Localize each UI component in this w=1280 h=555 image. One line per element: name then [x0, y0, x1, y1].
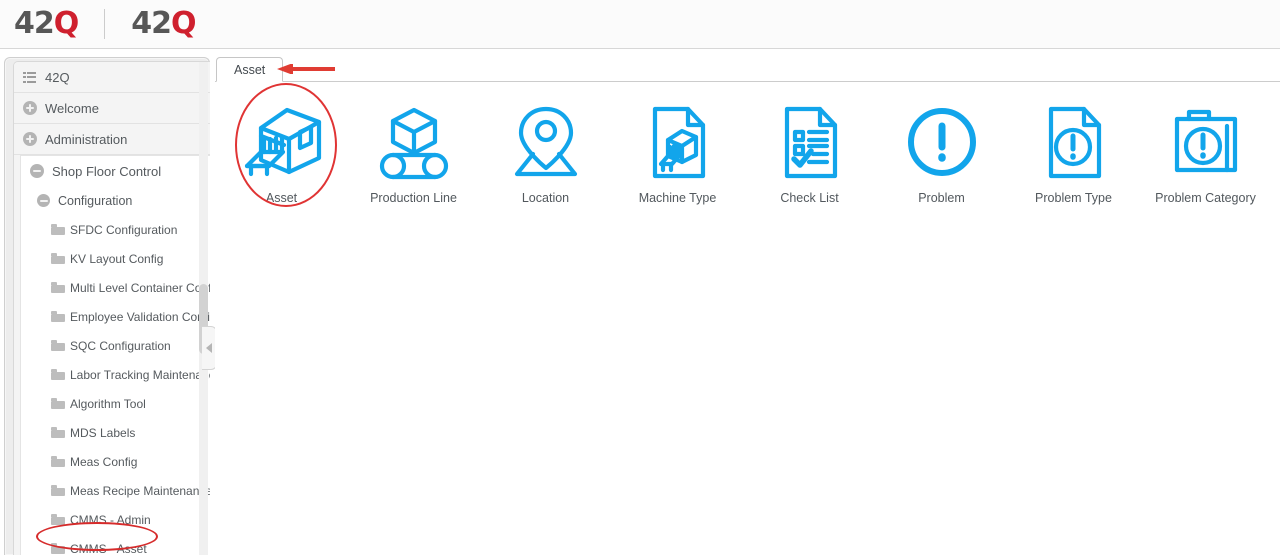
tile-asset[interactable]: Asset	[215, 99, 348, 239]
conveyor-cube-icon	[371, 99, 457, 185]
sidebar-item-label: Meas Config	[70, 454, 138, 469]
tile-label: Asset	[265, 191, 298, 205]
sidebar-item-label: KV Layout Config	[70, 251, 164, 266]
sidebar-item-label: SQC Configuration	[70, 338, 171, 353]
sidebar-item-labor-tracking-maintenance[interactable]: Labor Tracking Maintenanc	[20, 360, 210, 389]
tab-strip: Asset	[215, 53, 1280, 82]
sidebar-item-welcome[interactable]: Welcome	[14, 93, 210, 124]
tile-label: Check List	[780, 191, 839, 205]
folder-icon	[51, 456, 65, 467]
tab-label: Asset	[234, 62, 266, 77]
tile-label: Production Line	[370, 191, 457, 205]
sidebar-item-sfdc-configuration[interactable]: SFDC Configuration	[20, 215, 210, 244]
sidebar-scroll-area[interactable]: 42Q Welcome Administration Shop Floor Co…	[13, 61, 210, 555]
sidebar-item-label: CMMS - Asset	[70, 541, 147, 555]
42q-logo[interactable]: 42 Q	[14, 6, 79, 41]
sidebar-item-employee-validation-config[interactable]: Employee Validation Confi	[20, 302, 210, 331]
top-header-bar: 42 Q 42 Q	[0, 0, 1280, 49]
folder-icon	[51, 253, 65, 264]
sidebar-item-meas-recipe-maintenance[interactable]: Meas Recipe Maintenance	[20, 476, 210, 505]
sidebar-item-label: Meas Recipe Maintenance	[70, 483, 210, 498]
tile-machine-type[interactable]: Machine Type	[611, 99, 744, 239]
sidebar-item-administration[interactable]: Administration	[14, 124, 210, 155]
sidebar-item-label: Algorithm Tool	[70, 396, 146, 411]
tab-asset[interactable]: Asset	[216, 57, 284, 82]
annotation-arrow-to-tab	[277, 64, 335, 74]
tile-location[interactable]: Location	[479, 99, 612, 239]
tile-check-list[interactable]: Check List	[743, 99, 876, 239]
application-window: 42Q 42Q 42Q Welcome Administration Sho	[0, 0, 1280, 555]
exclamation-circle-icon	[899, 99, 985, 185]
document-exclamation-icon	[1031, 99, 1117, 185]
tile-problem-category[interactable]: Problem Category	[1139, 99, 1272, 239]
logo-text-num: 42	[14, 6, 55, 41]
folder-exclamation-icon	[1163, 99, 1249, 185]
sidebar-item-label: Administration	[45, 131, 128, 147]
sidebar-item-label: CMMS - Admin	[70, 512, 151, 527]
tile-problem-type[interactable]: Problem Type	[1007, 99, 1140, 239]
tile-label: Location	[521, 191, 570, 205]
sidebar-panel: 42Q Welcome Administration Shop Floor Co…	[4, 57, 217, 555]
sidebar-item-label: SFDC Configuration	[70, 222, 178, 237]
sidebar-root-42q[interactable]: 42Q	[14, 62, 210, 93]
sidebar-item-cmms-admin[interactable]: CMMS - Admin	[20, 505, 210, 534]
folder-icon	[51, 340, 65, 351]
plus-circle-icon[interactable]	[23, 101, 37, 115]
tile-label: Problem Type	[1035, 191, 1112, 205]
sidebar-root-label: 42Q	[45, 69, 70, 85]
sidebar-item-meas-config[interactable]: Meas Config	[20, 447, 210, 476]
folder-icon	[51, 485, 65, 496]
sidebar-item-mds-labels[interactable]: MDS Labels	[20, 418, 210, 447]
sidebar-item-label: Shop Floor Control	[52, 163, 162, 179]
asset-machine-icon	[239, 99, 325, 185]
sidebar-item-label: Multi Level Container Conf	[70, 280, 210, 295]
tile-problem[interactable]: Problem	[875, 99, 1008, 239]
folder-icon	[51, 514, 65, 525]
minus-circle-icon[interactable]	[37, 194, 50, 207]
folder-icon	[51, 282, 65, 293]
module-tile-grid: Asset Production Line Location Machine T…	[215, 83, 1280, 253]
folder-icon	[51, 398, 65, 409]
plus-circle-icon[interactable]	[23, 132, 37, 146]
header-divider	[104, 9, 106, 39]
sidebar-item-configuration[interactable]: Configuration	[20, 186, 210, 215]
logo-secondary-text-q: Q	[171, 6, 196, 41]
list-icon	[23, 71, 36, 83]
sidebar-item-kv-layout-config[interactable]: KV Layout Config	[20, 244, 210, 273]
sidebar-item-algorithm-tool[interactable]: Algorithm Tool	[20, 389, 210, 418]
folder-icon	[51, 369, 65, 380]
sidebar-item-label: Employee Validation Confi	[70, 309, 210, 324]
sidebar-item-multi-level-container-config[interactable]: Multi Level Container Conf	[20, 273, 210, 302]
folder-icon	[51, 427, 65, 438]
chevron-left-icon	[206, 343, 212, 353]
tile-production-line[interactable]: Production Line	[347, 99, 480, 239]
sidebar-subgroup-label: Configuration	[58, 193, 133, 208]
map-pin-icon	[503, 99, 589, 185]
tile-label: Machine Type	[638, 191, 717, 205]
tile-label: Problem Category	[1155, 191, 1256, 205]
sidebar-item-cmms-asset[interactable]: CMMS - Asset	[20, 534, 210, 555]
main-content: Asset Asset Production Line Location Mac…	[215, 53, 1280, 555]
sidebar-item-label: Labor Tracking Maintenanc	[70, 367, 210, 382]
sidebar-item-shop-floor-control[interactable]: Shop Floor Control	[20, 155, 210, 186]
document-machine-icon	[635, 99, 721, 185]
folder-icon	[51, 224, 65, 235]
sidebar-item-sqc-configuration[interactable]: SQC Configuration	[20, 331, 210, 360]
folder-icon	[51, 311, 65, 322]
minus-circle-icon[interactable]	[30, 164, 44, 178]
42q-logo-secondary[interactable]: 42 Q	[131, 6, 196, 41]
logo-secondary-text-num: 42	[131, 6, 172, 41]
folder-icon	[51, 543, 65, 554]
tile-label: Problem	[918, 191, 965, 205]
sidebar-item-label: Welcome	[45, 100, 99, 116]
logo-text-q: Q	[53, 6, 79, 41]
document-checklist-icon	[767, 99, 853, 185]
sidebar-item-label: MDS Labels	[70, 425, 136, 440]
